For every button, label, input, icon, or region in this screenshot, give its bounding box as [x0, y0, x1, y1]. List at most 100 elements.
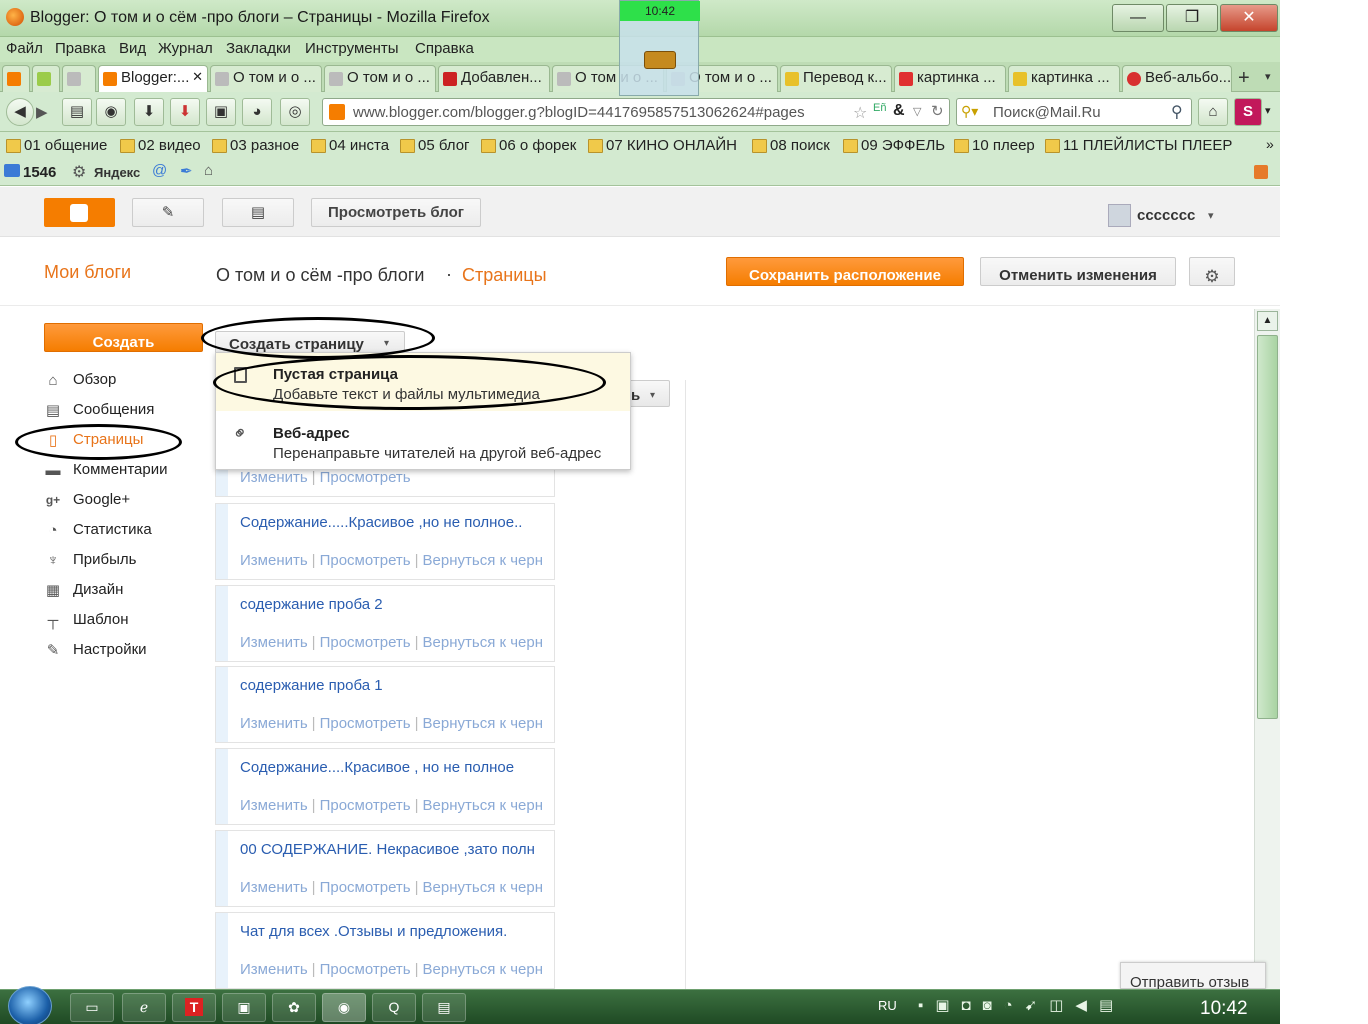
page-title-link[interactable]: содержание проба 1 [240, 677, 383, 694]
page-card-1[interactable]: Содержание.....Красивое ,но не полное.. … [215, 503, 555, 580]
sidebar-item-template[interactable]: ┬ Шаблон [44, 611, 129, 629]
send-feedback-button[interactable]: Отправить отзыв [1120, 962, 1266, 991]
tab-pinned-1[interactable] [2, 65, 30, 92]
bookmark-folder-03[interactable]: 03 разное [212, 137, 299, 154]
bookmark-folder-09[interactable]: 09 ЭФФЕЛЬ [843, 137, 945, 154]
bookmark-folder-02[interactable]: 02 видео [120, 137, 201, 154]
blank-page-desc[interactable]: Добавьте текст и файлы мультимедиа [273, 386, 540, 403]
menu-view[interactable]: Вид [119, 40, 146, 57]
menu-tools[interactable]: Инструменты [305, 40, 399, 57]
url-bar[interactable]: www.blogger.com/blogger.g?blogID=4417695… [322, 98, 950, 126]
user-menu-chevron-icon[interactable]: ▾ [1208, 209, 1214, 222]
addon-2-icon[interactable]: ▣ [206, 98, 236, 126]
print-icon[interactable]: ▤ [62, 98, 92, 126]
view-link[interactable]: Просмотреть [320, 715, 411, 732]
bookmark-folder-06[interactable]: 06 о форек [481, 137, 576, 154]
taskbar-q-app-icon[interactable]: Q [372, 993, 416, 1022]
download-2-icon[interactable]: ⬇ [170, 98, 200, 126]
taskbar-ie-icon[interactable]: ℯ [122, 993, 166, 1022]
cancel-changes-button[interactable]: Отменить изменения [980, 257, 1176, 286]
search-box[interactable]: ⚲▾ Поиск@Mail.Ru ⚲ [956, 98, 1192, 126]
home-icon[interactable]: ⌂ [1198, 98, 1228, 126]
edit-link[interactable]: Изменить [240, 879, 308, 896]
reload-icon[interactable]: ↻ [931, 102, 944, 120]
search-engine-icon[interactable]: ⚲▾ [961, 103, 978, 120]
drag-handle[interactable] [216, 667, 228, 742]
save-layout-button[interactable]: Сохранить расположение [726, 257, 964, 286]
onscreen-keyboard-overlay[interactable]: 10:42 [619, 0, 700, 96]
page-card-5[interactable]: 00 СОДЕРЖАНИЕ. Некрасивое ,зато полн Изм… [215, 830, 555, 907]
page-card-6[interactable]: Чат для всех .Отзывы и предложения. Изме… [215, 912, 555, 989]
page-title-link[interactable]: Содержание....Красивое , но не полное [240, 759, 514, 776]
vertical-scrollbar[interactable]: ▲ [1254, 309, 1280, 989]
scroll-thumb[interactable] [1257, 335, 1278, 719]
feather-icon[interactable]: ✒ [180, 162, 193, 180]
sidebar-item-comments[interactable]: ▬ Комментарии [44, 461, 168, 479]
taskbar-notebook-icon[interactable]: ▣ [222, 993, 266, 1022]
menu-history[interactable]: Журнал [158, 40, 213, 57]
tab-translate[interactable]: Перевод к... [780, 65, 892, 92]
tab-pinned-2[interactable] [32, 65, 60, 92]
scroll-up-icon[interactable]: ▲ [1257, 311, 1278, 331]
url-dropdown-icon[interactable]: ▽ [913, 105, 921, 118]
drag-handle[interactable] [216, 749, 228, 824]
maximize-button[interactable]: ❐ [1166, 4, 1218, 32]
tab-blogger-active[interactable]: Blogger:... ✕ [98, 65, 208, 92]
menu-edit[interactable]: Правка [55, 40, 106, 57]
chat-icon[interactable]: ◎ [280, 98, 310, 126]
search-icon[interactable]: ⚲ [1171, 102, 1183, 122]
tab-pinned-3[interactable] [62, 65, 96, 92]
language-indicator[interactable]: RU [878, 998, 897, 1013]
sidebar-item-stats[interactable]: ◔ Статистика [44, 521, 151, 539]
page-title-link[interactable]: Содержание.....Красивое ,но не полное.. [240, 514, 522, 531]
tab-close-icon[interactable]: ✕ [192, 69, 203, 85]
edit-link[interactable]: Изменить [240, 469, 308, 486]
edit-link[interactable]: Изменить [240, 634, 308, 651]
sidebar-item-earnings[interactable]: ♆ Прибыль [44, 551, 136, 569]
revert-draft-link[interactable]: Вернуться к черн [423, 715, 543, 732]
avatar[interactable] [1108, 204, 1131, 227]
sidebar-item-settings[interactable]: ✎ Настройки [44, 641, 147, 659]
tab-image-2[interactable]: картинка ... [1008, 65, 1120, 92]
user-name[interactable]: ccccccc [1137, 207, 1195, 224]
blogger-logo-button[interactable] [44, 198, 115, 227]
menu-file[interactable]: Файл [6, 40, 43, 57]
page-title-link[interactable]: содержание проба 2 [240, 596, 383, 613]
bookmark-folder-05[interactable]: 05 блог [400, 137, 470, 154]
addon-3-icon[interactable]: ◕ [242, 98, 272, 126]
bookmark-folder-01[interactable]: 01 общение [6, 137, 107, 154]
addon-s-icon[interactable]: S [1234, 98, 1262, 126]
bookmark-folder-04[interactable]: 04 инста [311, 137, 389, 154]
sidebar-item-overview[interactable]: ⌂ Обзор [44, 371, 116, 389]
taskbar-paint-icon[interactable]: ✿ [272, 993, 316, 1022]
edit-link[interactable]: Изменить [240, 797, 308, 814]
tab-blog-1[interactable]: О том и о ... [210, 65, 322, 92]
bookmark-folder-10[interactable]: 10 плеер [954, 137, 1035, 154]
menu-help[interactable]: Справка [415, 40, 474, 57]
view-link[interactable]: Просмотреть [320, 469, 411, 486]
sidebar-item-posts[interactable]: ▤ Сообщения [44, 401, 155, 419]
drag-handle[interactable] [216, 586, 228, 661]
page-card-2[interactable]: содержание проба 2 Изменить | Просмотреть |… [215, 585, 555, 662]
drag-handle[interactable] [216, 831, 228, 906]
revert-draft-link[interactable]: Вернуться к черн [423, 961, 543, 978]
tab-blog-2[interactable]: О том и о ... [324, 65, 436, 92]
taskbar-explorer-icon[interactable]: ▭ [70, 993, 114, 1022]
new-post-pencil-icon[interactable]: ✎ [132, 198, 204, 227]
tab-added[interactable]: Добавлен... [438, 65, 550, 92]
tab-web-album[interactable]: Веб-альбо... [1122, 65, 1232, 92]
view-link[interactable]: Просмотреть [320, 879, 411, 896]
ampersand-addon-icon[interactable]: & [893, 102, 905, 120]
my-blogs-link[interactable]: Мои блоги [44, 262, 131, 283]
taskbar-firefox-icon[interactable]: ◉ [322, 993, 366, 1022]
new-tab-icon[interactable]: + [1238, 67, 1250, 90]
drag-handle[interactable] [216, 504, 228, 579]
at-icon[interactable]: @ [152, 162, 167, 179]
gear-icon[interactable]: ⚙ [72, 162, 86, 182]
web-address-desc[interactable]: Перенаправьте читателей на другой веб-ад… [273, 445, 601, 462]
page-title-link[interactable]: Чат для всех .Отзывы и предложения. [240, 923, 507, 940]
revert-draft-link[interactable]: Вернуться к черн [423, 797, 543, 814]
mail-icon[interactable] [4, 164, 20, 177]
drag-handle[interactable] [216, 913, 228, 988]
revert-draft-link[interactable]: Вернуться к черн [423, 879, 543, 896]
